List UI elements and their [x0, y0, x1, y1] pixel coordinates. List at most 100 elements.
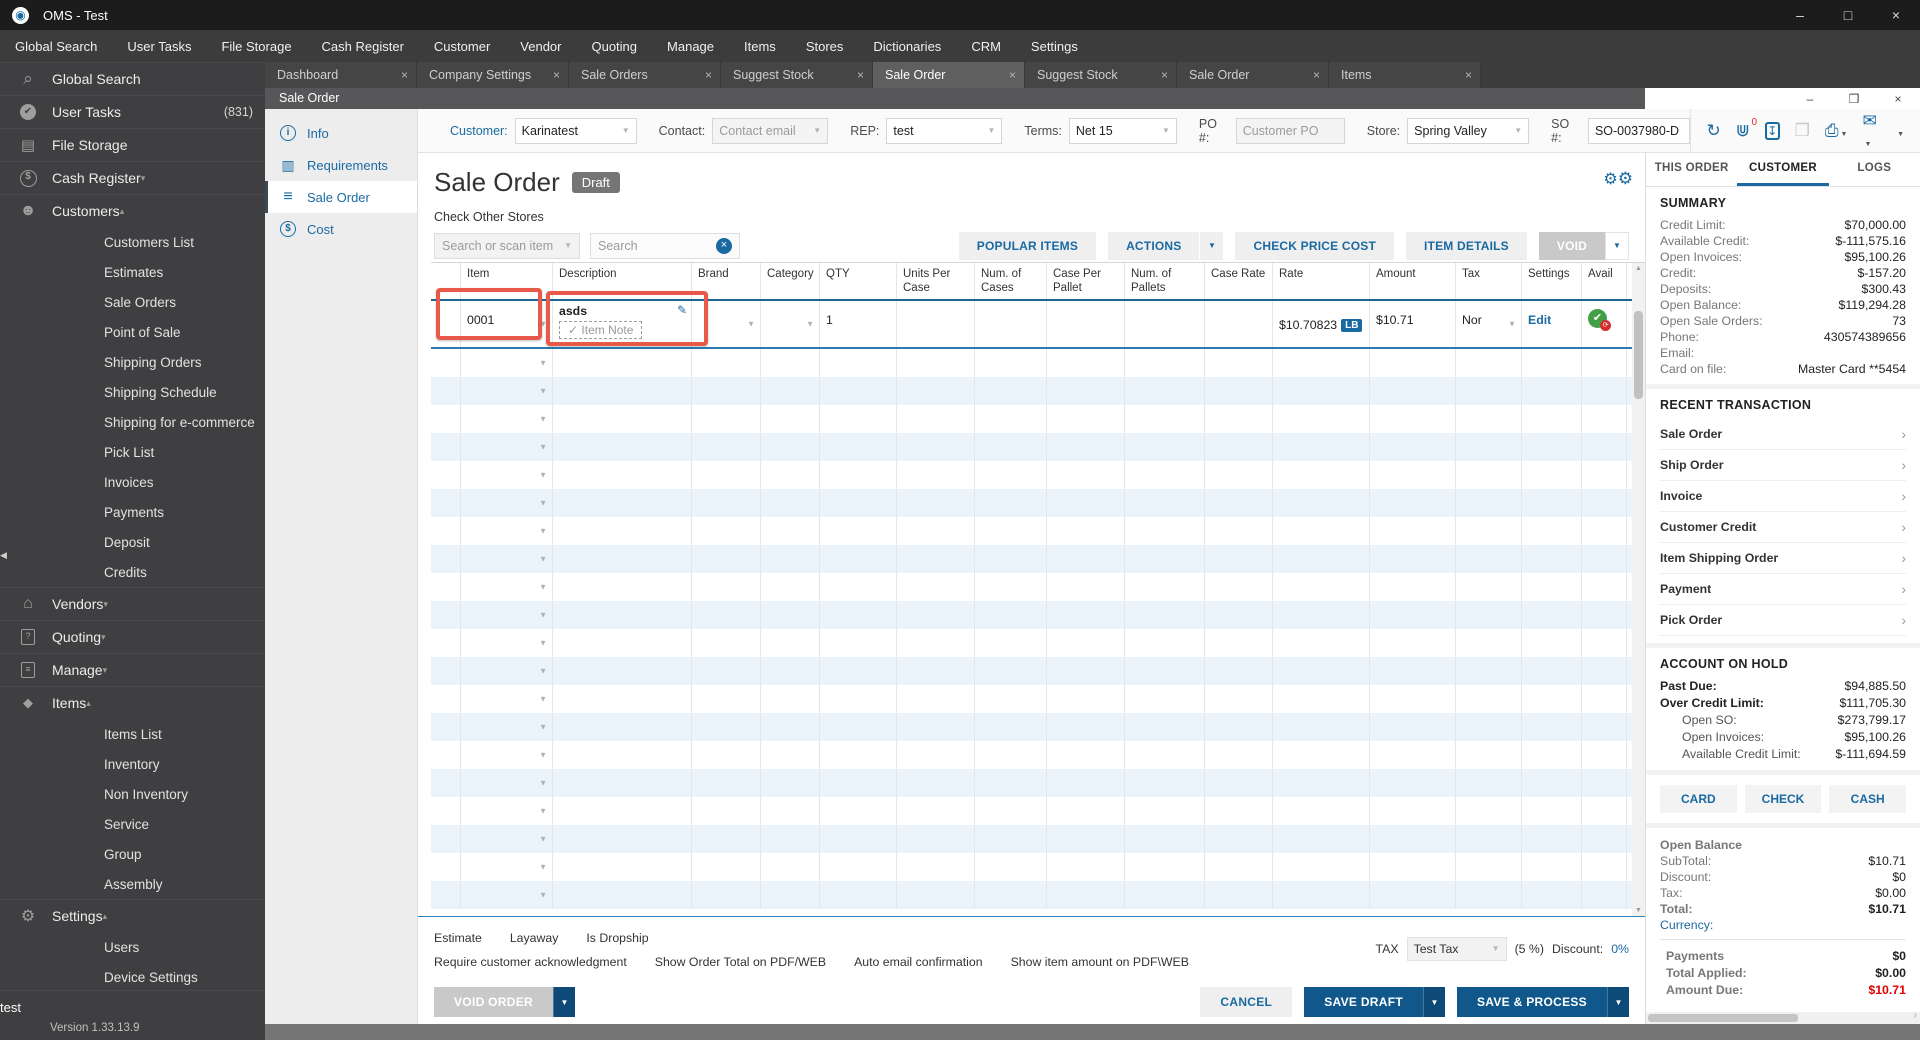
menu-item[interactable]: Stores [791, 39, 859, 54]
sidebar-item[interactable]: Point of Sale [0, 317, 265, 347]
order-nav-item[interactable]: Info [265, 117, 417, 149]
tab-close-icon[interactable]: × [1307, 68, 1320, 82]
chevron-down-icon[interactable]: ▼ [539, 498, 547, 507]
chevron-down-icon[interactable]: ▼ [747, 319, 755, 328]
chevron-down-icon[interactable]: ▼ [539, 666, 547, 675]
terms-select[interactable]: Net 15▼ [1069, 118, 1177, 144]
column-header[interactable]: Brand [692, 263, 761, 299]
panel-tab[interactable]: LOGS [1829, 153, 1920, 186]
sidebar-item[interactable]: Shipping Schedule [0, 377, 265, 407]
sidebar-item[interactable]: Users [0, 932, 265, 962]
discount-value[interactable]: 0% [1611, 942, 1629, 956]
store-select[interactable]: Spring Valley▼ [1407, 118, 1529, 144]
menu-item[interactable]: CRM [956, 39, 1016, 54]
table-row[interactable]: ▼ [431, 489, 1632, 517]
sidebar-item[interactable]: Deposit [0, 527, 265, 557]
clear-search-icon[interactable]: × [716, 238, 732, 254]
option-toggle[interactable]: Require customer acknowledgment [434, 955, 627, 969]
table-row[interactable]: ▼ [431, 713, 1632, 741]
payment-method-button[interactable]: CASH [1829, 785, 1906, 813]
chevron-down-icon[interactable]: ▼ [539, 778, 547, 787]
sidebar-item[interactable]: Service [0, 809, 265, 839]
chevron-down-icon[interactable]: ▼ [539, 890, 547, 899]
sidebar-item[interactable]: Cash Register ▾ [0, 161, 265, 194]
option-toggle[interactable]: Show item amount on PDF\WEB [1011, 955, 1189, 969]
document-tab[interactable]: Suggest Stock × [721, 62, 873, 88]
tab-close-icon[interactable]: × [395, 68, 408, 82]
table-row[interactable]: ▼ [431, 741, 1632, 769]
table-row[interactable]: ▼ [431, 433, 1632, 461]
rep-select[interactable]: test▼ [886, 118, 1002, 144]
chevron-down-icon[interactable]: ▼ [539, 610, 547, 619]
recent-transaction-item[interactable]: Item Shipping Order› [1660, 543, 1906, 574]
menu-item[interactable]: Vendor [505, 39, 576, 54]
menu-item[interactable]: Cash Register [307, 39, 419, 54]
document-tab[interactable]: Sale Order × [873, 62, 1025, 88]
column-header[interactable]: Case Per Pallet [1047, 263, 1125, 299]
panel-tab[interactable]: CUSTOMER [1737, 153, 1828, 186]
tab-close-icon[interactable]: × [1155, 68, 1168, 82]
chevron-down-icon[interactable]: ▼ [806, 319, 814, 328]
document-tab[interactable]: Suggest Stock × [1025, 62, 1177, 88]
chevron-down-icon[interactable]: ▼ [539, 470, 547, 479]
chevron-down-icon[interactable]: ▼ [539, 526, 547, 535]
option-toggle[interactable]: Show Order Total on PDF/WEB [655, 955, 826, 969]
table-row[interactable]: ▼ [431, 769, 1632, 797]
refresh-icon[interactable]: ↻ [1707, 121, 1721, 141]
edit-settings-link[interactable]: Edit [1528, 313, 1551, 327]
horizontal-scrollbar[interactable]: › [1646, 1012, 1920, 1024]
document-tab[interactable]: Dashboard × [265, 62, 417, 88]
option-toggle[interactable]: Layaway [510, 931, 559, 945]
save-process-dropdown-icon[interactable]: ▼ [1607, 987, 1629, 1017]
customer-select[interactable]: Karinatest▼ [515, 118, 637, 144]
chevron-icon[interactable]: ▾ [103, 665, 108, 676]
column-header[interactable]: Num. of Cases [975, 263, 1047, 299]
table-row[interactable]: ▼ [431, 601, 1632, 629]
document-icon[interactable]: ▼ [1895, 121, 1904, 141]
chevron-icon[interactable]: ▴ [120, 206, 125, 217]
void-dropdown-icon[interactable]: ▼ [1605, 232, 1629, 260]
popular-items-button[interactable]: POPULAR ITEMS [959, 232, 1096, 260]
option-toggle[interactable]: Auto email confirmation [854, 955, 983, 969]
void-order-dropdown-icon[interactable]: ▼ [553, 987, 575, 1017]
sidebar-item[interactable]: Shipping Orders [0, 347, 265, 377]
menu-item[interactable]: Settings [1016, 39, 1093, 54]
sidebar-item[interactable]: Sale Orders [0, 287, 265, 317]
tax-select[interactable]: Test Tax▼ [1407, 937, 1507, 961]
actions-button[interactable]: ACTIONS [1108, 232, 1199, 260]
table-row[interactable]: ▼ [431, 685, 1632, 713]
sidebar-item[interactable]: Items List [0, 719, 265, 749]
window-restore-icon[interactable]: ❐ [1832, 92, 1876, 106]
chevron-down-icon[interactable]: ▼ [539, 319, 547, 328]
column-header[interactable]: Tax [1456, 263, 1522, 299]
contact-select[interactable]: Contact email▼ [712, 118, 828, 144]
sidebar-item[interactable]: Invoices [0, 467, 265, 497]
document-tab[interactable]: Company Settings × [417, 62, 569, 88]
chevron-down-icon[interactable]: ▼ [539, 414, 547, 423]
menu-item[interactable]: Dictionaries [858, 39, 956, 54]
save-draft-dropdown-icon[interactable]: ▼ [1423, 987, 1445, 1017]
menu-item[interactable]: Quoting [576, 39, 652, 54]
sidebar-item[interactable]: Estimates [0, 257, 265, 287]
document-tab[interactable]: Sale Orders × [569, 62, 721, 88]
close-icon[interactable]: × [1872, 0, 1920, 30]
void-order-button[interactable]: VOID ORDER [434, 987, 553, 1017]
document-tab[interactable]: Sale Order × [1177, 62, 1329, 88]
recent-transaction-item[interactable]: Ship Order› [1660, 450, 1906, 481]
chevron-down-icon[interactable]: ▼ [539, 386, 547, 395]
actions-dropdown-icon[interactable]: ▼ [1199, 232, 1223, 260]
window-close-icon[interactable]: × [1876, 92, 1920, 106]
tab-close-icon[interactable]: × [851, 68, 864, 82]
chevron-icon[interactable]: ▾ [103, 599, 108, 610]
sidebar-item[interactable]: Items ▴ [0, 686, 265, 719]
menu-item[interactable]: Items [729, 39, 791, 54]
cancel-button[interactable]: CANCEL [1200, 987, 1292, 1017]
print-icon[interactable]: ⎙▼ [1825, 121, 1848, 141]
copy-icon[interactable]: ❐ [1795, 121, 1810, 141]
column-header[interactable]: Settings [1522, 263, 1582, 299]
chevron-down-icon[interactable]: ▼ [539, 358, 547, 367]
column-header[interactable]: Description [553, 263, 692, 299]
table-row[interactable]: ▼ [431, 517, 1632, 545]
table-row[interactable]: 0001▼ asds ✎ ✓ Item Note ▼ ▼ 1 [431, 301, 1632, 349]
table-row[interactable]: ▼ [431, 881, 1632, 909]
